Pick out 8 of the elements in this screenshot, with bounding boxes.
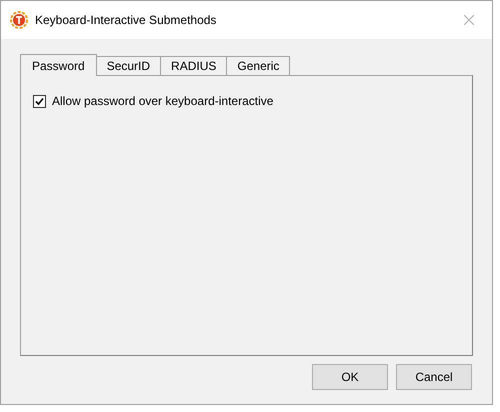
tab[interactable]: Password [20,54,97,76]
tab[interactable]: Generic [226,56,290,75]
gear-logo-icon [10,11,28,29]
checkbox[interactable] [33,94,46,108]
checkbox-label: Allow password over keyboard-interactive [52,93,274,110]
cancel-button[interactable]: Cancel [396,364,472,390]
window-title: Keyboard-Interactive Submethods [35,12,216,29]
ok-button[interactable]: OK [312,364,388,390]
